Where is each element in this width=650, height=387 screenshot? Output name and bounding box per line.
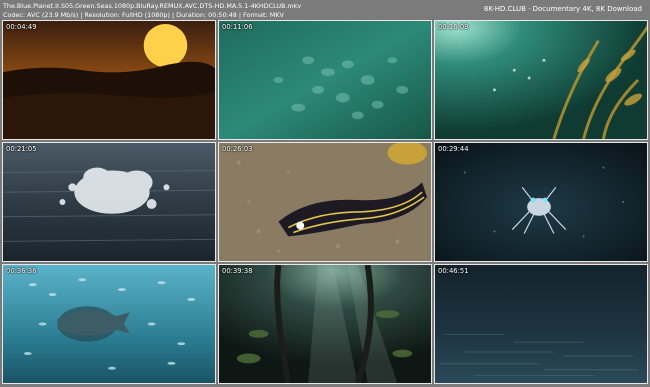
timestamp: 00:29:44 (438, 145, 469, 153)
timestamp: 00:04:49 (6, 23, 37, 31)
fish-school-image (3, 265, 215, 383)
thumbnail-fish-school[interactable]: 00:36:36 (2, 264, 216, 384)
thumbnail-splash[interactable]: 00:21:05 (2, 142, 216, 262)
deep-sea-creature-image (435, 143, 647, 261)
timestamp: 00:21:05 (6, 145, 37, 153)
thumbnail-dark-water[interactable]: 00:46:51 (434, 264, 648, 384)
thumbnail-sunset[interactable]: 00:04:49 (2, 20, 216, 140)
thumbnail-sea-slug[interactable]: 00:26:03 (218, 142, 432, 262)
timestamp: 00:16:09 (438, 23, 469, 31)
thumbnail-mangrove[interactable]: 00:39:38 (218, 264, 432, 384)
sea-slug-image (219, 143, 431, 261)
dark-water-image (435, 265, 647, 383)
thumbnail-kelp-forest[interactable]: 00:16:09 (434, 20, 648, 140)
timestamp: 00:36:36 (6, 267, 37, 275)
thumbnail-deep-sea-creature[interactable]: 00:29:44 (434, 142, 648, 262)
timestamp: 00:39:38 (222, 267, 253, 275)
timestamp: 00:26:03 (222, 145, 253, 153)
thumbnail-grid: 00:04:49 00:11:06 00:16:09 00:21:05 00:2… (0, 0, 650, 387)
thumbnail-jellyfish[interactable]: 00:11:06 (218, 20, 432, 140)
sunset-image (3, 21, 215, 139)
timestamp: 00:11:06 (222, 23, 253, 31)
mangrove-image (219, 265, 431, 383)
kelp-forest-image (435, 21, 647, 139)
splash-image (3, 143, 215, 261)
timestamp: 00:46:51 (438, 267, 469, 275)
jellyfish-image (219, 21, 431, 139)
